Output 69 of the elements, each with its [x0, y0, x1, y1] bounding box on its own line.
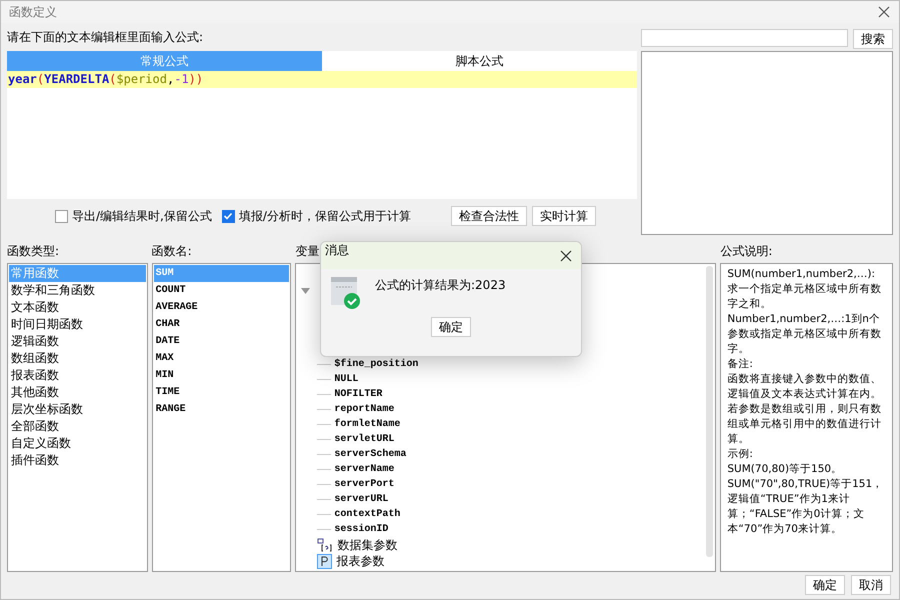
variable-item[interactable]: serverPort	[334, 477, 394, 492]
function-type-label: 函数类型:	[7, 243, 60, 259]
ok-button[interactable]: 确定	[431, 317, 471, 337]
function-type-item[interactable]: 全部函数	[9, 418, 146, 435]
checkbox-label[interactable]: 导出/编辑结果时,保留公式	[72, 208, 212, 224]
function-name-item[interactable]: TIME	[154, 384, 290, 401]
function-name-item[interactable]: COUNT	[154, 282, 290, 299]
function-name-item[interactable]: CHAR	[154, 316, 290, 333]
function-name-item[interactable]: MAX	[154, 350, 290, 367]
close-button[interactable]	[877, 5, 891, 19]
message-title: 消息	[325, 242, 349, 258]
function-name-label: 函数名:	[152, 243, 192, 259]
function-type-item[interactable]: 逻辑函数	[9, 333, 146, 350]
parameter-icon	[317, 554, 332, 568]
function-name-item[interactable]: RANGE	[154, 401, 290, 418]
description-text: SUM(70,80)等于150。	[727, 462, 844, 477]
variable-item[interactable]: sessionID	[334, 522, 388, 537]
variable-item[interactable]: NOFILTER	[334, 387, 382, 402]
function-type-item[interactable]: 数学和三角函数	[9, 282, 146, 299]
action-button[interactable]: 实时计算	[532, 206, 596, 226]
variable-item[interactable]: serverSchema	[334, 447, 406, 462]
variable-item[interactable]: serverName	[334, 462, 394, 477]
function-type-item[interactable]: 文本函数	[9, 299, 146, 316]
function-type-item[interactable]: 层次坐标函数	[9, 401, 146, 418]
description-text: 备注:	[727, 357, 754, 372]
formula-editor[interactable]: year(YEARDELTA($period,-1))	[7, 71, 637, 199]
checkbox-label[interactable]: 填报/分析时，保留公式用于计算	[238, 208, 411, 224]
function-name-item[interactable]: MIN	[154, 367, 290, 384]
prompt-label: 请在下面的文本编辑框里面输入公式:	[7, 29, 204, 45]
variable-item[interactable]: reportName	[334, 402, 394, 417]
success-icon	[331, 277, 361, 309]
search-field[interactable]	[641, 29, 848, 47]
function-name-item[interactable]: DATE	[154, 333, 290, 350]
search-button[interactable]: 搜索	[853, 29, 893, 49]
expand-arrow-icon[interactable]	[301, 288, 310, 294]
action-button[interactable]: 检查合法性	[450, 206, 527, 226]
variable-item[interactable]: formletName	[334, 417, 400, 432]
variable-label: 变量	[295, 243, 320, 259]
function-type-item[interactable]: 自定义函数	[9, 435, 146, 452]
close-button[interactable]	[559, 248, 573, 262]
checkbox[interactable]	[55, 210, 68, 222]
variable-item[interactable]: $fine_position	[334, 357, 418, 372]
function-type-item[interactable]: 插件函数	[9, 452, 146, 469]
checkbox[interactable]	[222, 210, 235, 222]
description-text: SUM(number1,number2,…):求一个指定单元格区域中所有数字之和。	[727, 267, 882, 312]
description-label: 公式说明:	[720, 243, 772, 259]
function-type-item[interactable]: 数组函数	[9, 350, 146, 367]
dataset-icon	[317, 538, 334, 552]
dialog-button[interactable]: 取消	[851, 575, 891, 595]
function-type-item[interactable]: 报表函数	[9, 367, 146, 384]
description-text: SUM("70",80,TRUE)等于151，逻辑值“TRUE”作为1来计算；“FALSE”作为0计算；文本“70”作为70来计算。	[727, 477, 884, 537]
function-type-item[interactable]: 时间日期函数	[9, 316, 146, 333]
description-text: Number1,number2,…:1到n个参数或指定单元格区域中所有数字。	[727, 312, 882, 357]
variable-item[interactable]: contextPath	[334, 507, 400, 522]
tree-node-label[interactable]: 报表参数	[336, 552, 384, 570]
tree-node-label[interactable]: 数据集参数	[337, 536, 398, 554]
function-name-item[interactable]: AVERAGE	[154, 299, 290, 316]
dialog-button[interactable]: 确定	[805, 575, 845, 595]
window-title: 函数定义	[9, 4, 57, 20]
function-type-item[interactable]: 其他函数	[9, 384, 146, 401]
variable-item[interactable]: serverURL	[334, 492, 388, 507]
description-text: 函数将直接键入参数中的数值、逻辑值及文本表达式计算在内。若参数是数组或引用，则只有数组或单元格引用中的数值进行计算。	[727, 372, 882, 447]
variable-item[interactable]: NULL	[334, 372, 358, 387]
formula-code: year(YEARDELTA($period,-1))	[7, 71, 637, 88]
description-text: 示例:	[727, 447, 754, 462]
scrollbar[interactable]	[706, 266, 714, 557]
message-text: 公式的计算结果为:2023	[375, 277, 506, 293]
check-icon	[223, 211, 234, 221]
variable-item[interactable]: servletURL	[334, 432, 394, 447]
